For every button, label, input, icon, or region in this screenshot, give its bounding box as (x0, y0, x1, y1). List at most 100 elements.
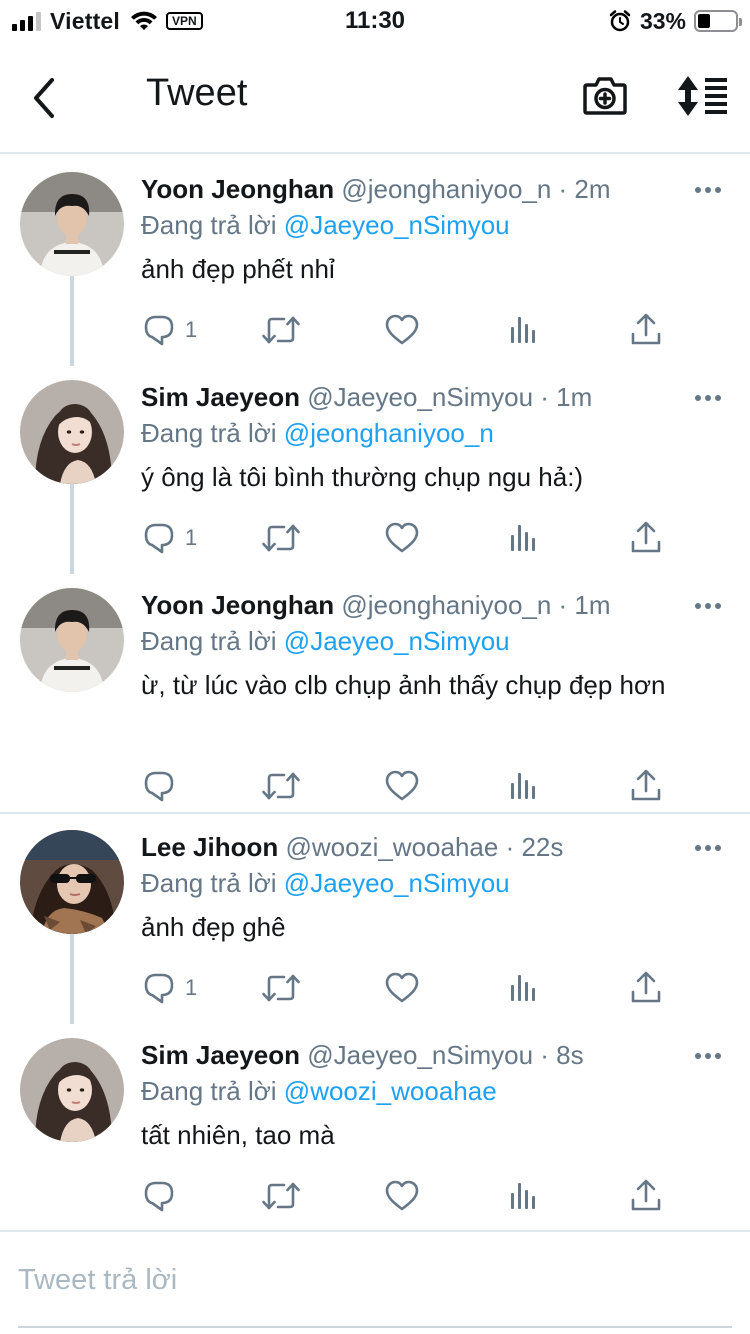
tweet-text: ảnh đẹp phết nhỉ (141, 254, 335, 284)
tweet-header: Yoon Jeonghan @jeonghaniyoo_n · 1m (141, 590, 611, 621)
avatar[interactable] (20, 172, 124, 276)
retweet-button[interactable] (261, 768, 301, 804)
heart-icon (384, 970, 420, 1006)
share-button[interactable] (628, 768, 664, 804)
retweet-icon (261, 1178, 301, 1214)
battery-fill (698, 14, 710, 28)
analytics-button[interactable] (506, 970, 542, 1006)
reply-input[interactable] (18, 1258, 730, 1302)
mention-link[interactable]: @jeonghaniyoo_n (284, 418, 494, 448)
share-button[interactable] (628, 1178, 664, 1214)
avatar[interactable] (20, 830, 124, 934)
author-name[interactable]: Yoon Jeonghan (141, 174, 334, 204)
tweet-actions: 1 (141, 520, 701, 556)
like-button[interactable] (384, 768, 420, 804)
like-button[interactable] (384, 970, 420, 1006)
mention-link[interactable]: @Jaeyeo_nSimyou (284, 626, 510, 656)
reply-count: 1 (185, 525, 198, 550)
more-options-icon[interactable] (694, 600, 722, 612)
share-button[interactable] (628, 970, 664, 1006)
replying-to: Đang trả lời @jeonghaniyoo_n (141, 418, 494, 449)
analytics-button[interactable] (506, 1178, 542, 1214)
author-name[interactable]: Lee Jihoon (141, 832, 278, 862)
reply-button[interactable] (141, 1178, 185, 1214)
reply-icon (141, 520, 177, 556)
more-options-icon[interactable] (694, 1050, 722, 1062)
avatar[interactable] (20, 588, 124, 692)
author-handle-time: @jeonghaniyoo_n · 2m (341, 174, 611, 204)
reply-button[interactable]: 1 (141, 312, 197, 348)
heart-icon (384, 520, 420, 556)
analytics-button[interactable] (506, 768, 542, 804)
mention-link[interactable]: @woozi_wooahae (284, 1076, 497, 1106)
heart-icon (384, 768, 420, 804)
retweet-button[interactable] (261, 312, 301, 348)
author-name[interactable]: Sim Jaeyeon (141, 1040, 300, 1070)
retweet-button[interactable] (261, 520, 301, 556)
replying-to: Đang trả lời @woozi_wooahae (141, 1076, 497, 1107)
author-handle-time: @Jaeyeo_nSimyou · 1m (307, 382, 593, 412)
share-button[interactable] (628, 520, 664, 556)
status-bar: Viettel VPN 11:30 33% (0, 0, 750, 40)
tweet-header: Sim Jaeyeon @Jaeyeo_nSimyou · 8s (141, 1040, 584, 1071)
analytics-button[interactable] (506, 520, 542, 556)
replying-to-label: Đang trả lời (141, 418, 277, 448)
analytics-icon (506, 1178, 542, 1214)
battery-icon (694, 10, 742, 32)
analytics-icon (506, 312, 542, 348)
analytics-icon (506, 520, 542, 556)
share-icon (628, 970, 664, 1006)
more-options-icon[interactable] (694, 392, 722, 404)
replying-to-label: Đang trả lời (141, 626, 277, 656)
tweet-text: ý ông là tôi bình thường chụp ngu hả:) (141, 462, 584, 492)
nav-bar: Tweet (0, 40, 750, 154)
author-name[interactable]: Yoon Jeonghan (141, 590, 334, 620)
retweet-icon (261, 768, 301, 804)
analytics-button[interactable] (506, 312, 542, 348)
battery-percent: 33% (639, 7, 686, 34)
share-icon (628, 1178, 664, 1214)
thread-connector (70, 474, 74, 574)
replying-to-label: Đang trả lời (141, 868, 277, 898)
tweet-actions: 1 (141, 970, 701, 1006)
author-name[interactable]: Sim Jaeyeon (141, 382, 300, 412)
page-title: Tweet (146, 72, 248, 114)
analytics-icon (506, 970, 542, 1006)
reply-button[interactable] (141, 768, 185, 804)
reply-button[interactable]: 1 (141, 970, 197, 1006)
retweet-icon (261, 520, 301, 556)
more-options-icon[interactable] (694, 184, 722, 196)
mention-link[interactable]: @Jaeyeo_nSimyou (284, 868, 510, 898)
share-button[interactable] (628, 312, 664, 348)
reply-icon (141, 768, 177, 804)
like-button[interactable] (384, 1178, 420, 1214)
status-right: 33% (608, 7, 742, 34)
sort-icon[interactable] (676, 74, 728, 118)
camera-add-icon[interactable] (582, 73, 628, 119)
more-options-icon[interactable] (694, 842, 722, 854)
tweet-text: ừ, từ lúc vào clb chụp ảnh thấy chụp đẹp… (141, 670, 666, 700)
author-handle-time: @woozi_wooahae · 22s (285, 832, 564, 862)
share-icon (628, 312, 664, 348)
retweet-button[interactable] (261, 1178, 301, 1214)
avatar[interactable] (20, 1038, 124, 1142)
retweet-icon (261, 970, 301, 1006)
reply-count: 1 (185, 317, 198, 342)
back-icon[interactable] (26, 74, 66, 122)
thread-divider (0, 812, 750, 814)
tweet-header: Yoon Jeonghan @jeonghaniyoo_n · 2m (141, 174, 611, 205)
reply-button[interactable]: 1 (141, 520, 197, 556)
retweet-icon (261, 312, 301, 348)
replying-to: Đang trả lời @Jaeyeo_nSimyou (141, 210, 510, 241)
avatar[interactable] (20, 380, 124, 484)
like-button[interactable] (384, 520, 420, 556)
retweet-button[interactable] (261, 970, 301, 1006)
share-icon (628, 520, 664, 556)
thread-connector (70, 924, 74, 1024)
like-button[interactable] (384, 312, 420, 348)
reply-composer (0, 1230, 750, 1334)
alarm-icon (609, 10, 631, 32)
tweet-text: tất nhiên, tao mà (141, 1120, 335, 1150)
mention-link[interactable]: @Jaeyeo_nSimyou (284, 210, 510, 240)
tweet-text: ảnh đẹp ghê (141, 912, 286, 942)
